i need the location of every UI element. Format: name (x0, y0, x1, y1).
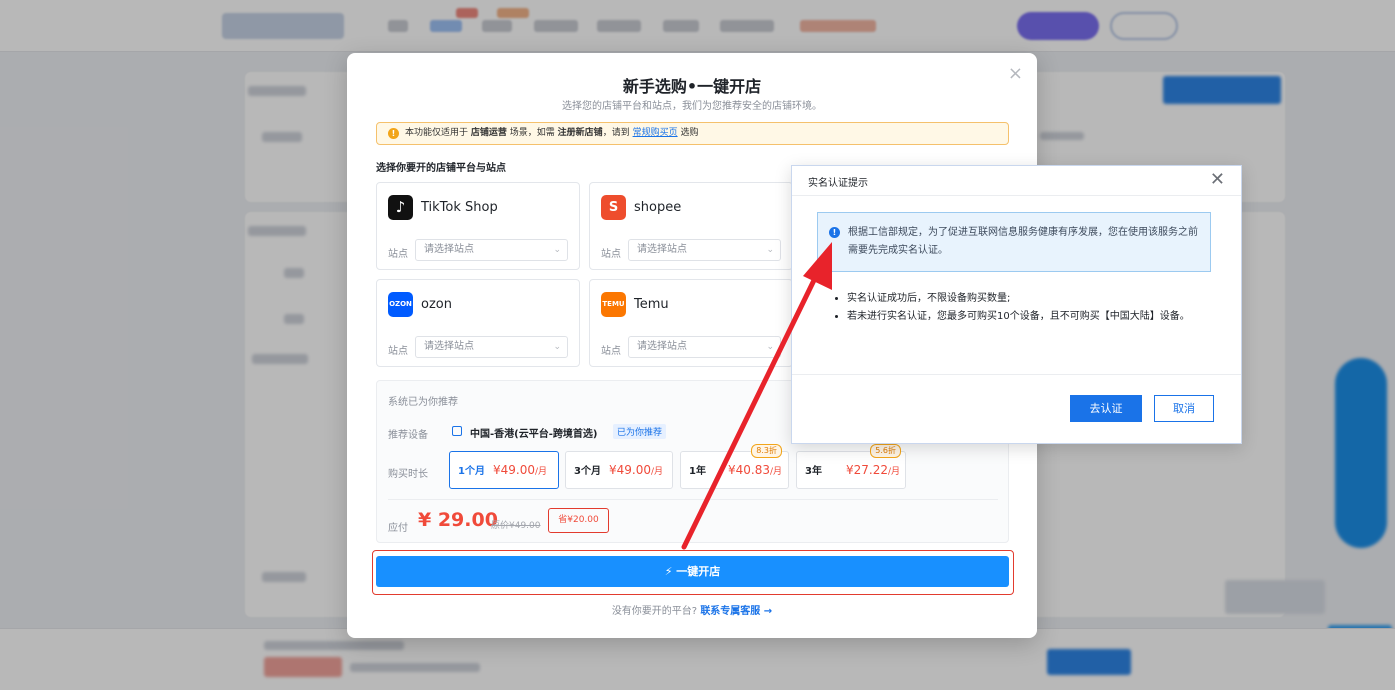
platform-name: shopee (634, 200, 682, 215)
info-text: 根据工信部规定，为了促进互联网信息服务健康有序发展，您在使用该服务之前需要先完成… (848, 227, 1198, 256)
notice-bold-text: 注册新店铺 (557, 128, 603, 138)
chevron-down-icon: ⌄ (766, 342, 774, 352)
dialog-title: 新手选购•一键开店 (622, 77, 762, 96)
footer-text: 没有你要开的平台? (611, 606, 698, 617)
list-item: 实名认证成功后，不限设备购买数量; (847, 290, 1215, 308)
duration-option-3-years[interactable]: 3年 ¥27.22/月 5.6折 (796, 444, 906, 489)
site-select[interactable]: 请选择站点 ⌄ (628, 336, 781, 358)
divider (388, 499, 998, 500)
site-label: 站点 (601, 249, 621, 260)
payable-amount: ¥ 29.00 (418, 509, 498, 531)
notice-text: ，请到 (602, 128, 630, 138)
platform-card-tiktok[interactable]: ♪ TikTok Shop 站点 请选择站点 ⌄ (376, 182, 580, 270)
duration-option-1-year[interactable]: 1年 ¥40.83/月 8.3折 (680, 444, 789, 489)
notice-text: 场景，如需 (509, 128, 555, 138)
dialog-subtitle: 选择您的店铺平台和站点，我们为您推荐安全的店铺环境。 (562, 101, 822, 112)
cancel-button[interactable]: 取消 (1154, 395, 1214, 422)
duration-unit: /月 (534, 467, 548, 477)
duration-price: ¥27.22 (845, 463, 888, 477)
site-select[interactable]: 请选择站点 ⌄ (415, 239, 568, 261)
site-select-placeholder: 请选择站点 (637, 244, 687, 255)
duration-unit: /月 (887, 467, 901, 477)
duration-name: 3个月 (574, 466, 601, 477)
duration-name: 3年 (805, 466, 822, 477)
ozon-logo-icon: OZON (388, 292, 413, 317)
savings-badge: 省¥20.00 (548, 508, 609, 533)
device-icon (452, 426, 462, 436)
site-label: 站点 (388, 346, 408, 357)
dialog-title: 实名认证提示 (808, 178, 868, 189)
platform-card-temu[interactable]: TEMU Temu 站点 请选择站点 ⌄ (589, 279, 793, 367)
platform-card-ozon[interactable]: OZON ozon 站点 请选择站点 ⌄ (376, 279, 580, 367)
platform-card-shopee[interactable]: S shopee 站点 请选择站点 ⌄ (589, 182, 793, 270)
highlight-box: ⚡ 一键开店 (372, 550, 1014, 595)
info-icon: ! (829, 227, 840, 238)
close-icon[interactable]: ✕ (1210, 169, 1225, 191)
duration-option-1-month[interactable]: 1个月 ¥49.00/月 (449, 451, 559, 489)
duration-price: ¥49.00 (492, 463, 535, 477)
notice-banner: ! 本功能仅适用于 店铺运营 场景，如需 注册新店铺，请到 常规购买页 选购 (376, 122, 1009, 145)
platform-name: ozon (421, 297, 452, 312)
chevron-down-icon: ⌄ (553, 342, 561, 352)
dialog-header: 实名认证提示 ✕ (792, 166, 1241, 196)
chevron-down-icon: ⌄ (766, 245, 774, 255)
verify-button[interactable]: 去认证 (1070, 395, 1142, 422)
device-label: 推荐设备 (388, 430, 428, 441)
site-select[interactable]: 请选择站点 ⌄ (628, 239, 781, 261)
chevron-down-icon: ⌄ (553, 245, 561, 255)
duration-unit: /月 (650, 467, 664, 477)
site-label: 站点 (388, 249, 408, 260)
discount-tag: 5.6折 (870, 444, 901, 458)
duration-name: 1个月 (458, 466, 485, 477)
temu-logo-icon: TEMU (601, 292, 626, 317)
recommended-badge: 已为你推荐 (613, 424, 667, 439)
recommendation-title: 系统已为你推荐 (388, 397, 458, 408)
divider (792, 374, 1241, 375)
discount-tag: 8.3折 (751, 444, 782, 458)
site-select-placeholder: 请选择站点 (424, 244, 474, 255)
contact-footer: 没有你要开的平台? 联系专属客服 → (347, 602, 1037, 617)
tiktok-logo-icon: ♪ (388, 195, 413, 220)
duration-name: 1年 (689, 466, 706, 477)
section-title: 选择你要开的店铺平台与站点 (376, 163, 506, 174)
rules-list: 实名认证成功后，不限设备购买数量; 若未进行实名认证，您最多可购买10个设备，且… (835, 290, 1215, 326)
duration-price: ¥40.83 (727, 463, 770, 477)
realname-verification-dialog: 实名认证提示 ✕ ! 根据工信部规定，为了促进互联网信息服务健康有序发展，您在使… (791, 165, 1242, 444)
duration-label: 购买时长 (388, 469, 428, 480)
platform-name: TikTok Shop (421, 200, 498, 215)
original-price: 原价¥49.00 (491, 521, 541, 531)
site-select-placeholder: 请选择站点 (637, 341, 687, 352)
notice-bold-text: 店铺运营 (470, 128, 507, 138)
duration-unit: /月 (769, 467, 783, 477)
contact-support-link[interactable]: 联系专属客服 → (700, 606, 772, 617)
site-label: 站点 (601, 346, 621, 357)
regular-purchase-link[interactable]: 常规购买页 (633, 128, 678, 138)
shopee-logo-icon: S (601, 195, 626, 220)
duration-option-3-months[interactable]: 3个月 ¥49.00/月 (565, 451, 673, 489)
payable-label: 应付 (388, 523, 408, 534)
duration-price: ¥49.00 (608, 463, 651, 477)
notice-text: 选购 (680, 128, 699, 138)
recommended-device: 中国-香港(云平台-跨境首选) (470, 429, 598, 440)
list-item: 若未进行实名认证，您最多可购买10个设备，且不可购买【中国大陆】设备。 (847, 308, 1215, 326)
notice-text: 本功能仅适用于 (405, 128, 469, 138)
one-click-open-store-button[interactable]: ⚡ 一键开店 (376, 556, 1009, 587)
site-select-placeholder: 请选择站点 (424, 341, 474, 352)
warning-icon: ! (388, 128, 399, 139)
info-banner: ! 根据工信部规定，为了促进互联网信息服务健康有序发展，您在使用该服务之前需要先… (817, 212, 1211, 272)
platform-name: Temu (634, 297, 669, 312)
site-select[interactable]: 请选择站点 ⌄ (415, 336, 568, 358)
